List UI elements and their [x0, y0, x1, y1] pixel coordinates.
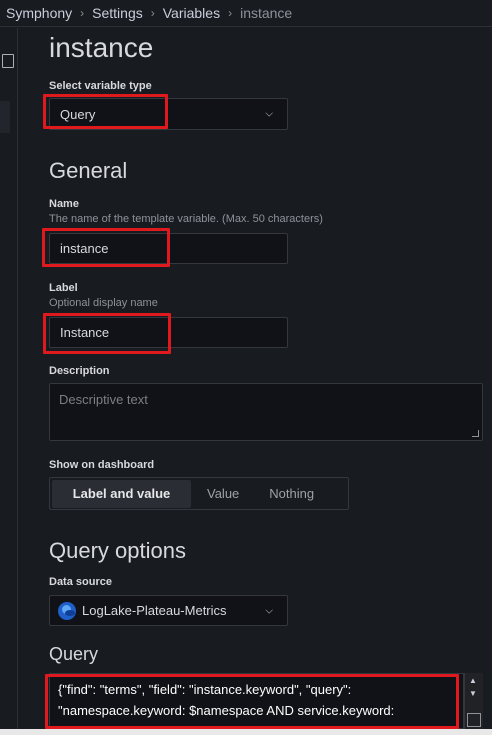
label-label: Label: [49, 282, 78, 294]
radio-nothing[interactable]: Nothing: [255, 480, 328, 508]
variable-type-select[interactable]: Query ⌵: [49, 98, 288, 130]
name-input-value: instance: [60, 241, 109, 256]
chevron-right-icon: ›: [80, 6, 85, 20]
chevron-right-icon: ›: [228, 6, 233, 20]
chevron-right-icon: ›: [150, 6, 155, 20]
query-options-heading: Query options: [49, 538, 186, 563]
show-on-dashboard-radio-group: Label and value Value Nothing: [49, 477, 349, 510]
query-editor[interactable]: {"find": "terms", "field": "instance.key…: [49, 673, 464, 729]
resize-grip-icon[interactable]: [467, 713, 481, 727]
radio-value[interactable]: Value: [191, 480, 255, 508]
breadcrumb-item-variables[interactable]: Variables: [163, 5, 220, 21]
name-input[interactable]: instance: [49, 233, 288, 264]
radio-label-and-value[interactable]: Label and value: [52, 479, 191, 508]
show-on-dashboard-label: Show on dashboard: [49, 459, 155, 471]
rail-active-item[interactable]: [0, 101, 10, 133]
breadcrumb-item-current: instance: [240, 5, 293, 21]
bottom-strip: [0, 729, 492, 735]
variable-type-label: Select variable type: [49, 80, 152, 92]
left-rail: [0, 28, 18, 735]
label-description: Optional display name: [49, 297, 158, 309]
breadcrumb: Symphony › Settings › Variables › instan…: [0, 0, 492, 27]
datasource-logo-icon: [58, 601, 76, 620]
chevron-down-icon: ⌵: [265, 605, 273, 616]
name-description: The name of the template variable. (Max.…: [49, 213, 323, 225]
chevron-down-icon: ⌵: [265, 108, 273, 120]
variable-type-value: Query: [60, 106, 96, 122]
scroll-up-icon[interactable]: ▲: [469, 676, 477, 685]
query-editor-scrollbar[interactable]: ▲ ▼: [464, 673, 483, 729]
scroll-down-icon[interactable]: ▼: [469, 689, 477, 698]
breadcrumb-item-settings[interactable]: Settings: [92, 5, 143, 21]
panel-icon[interactable]: [2, 54, 14, 68]
label-input[interactable]: Instance: [49, 317, 288, 348]
description-label: Description: [49, 365, 110, 377]
description-placeholder: Descriptive text: [59, 392, 148, 407]
page-title: instance: [49, 32, 154, 63]
data-source-label: Data source: [49, 576, 112, 588]
data-source-value: LogLake-Plateau-Metrics: [82, 603, 227, 618]
query-heading: Query: [49, 644, 99, 664]
resize-grip-icon[interactable]: [472, 430, 479, 437]
name-label: Name: [49, 198, 79, 210]
label-input-value: Instance: [60, 325, 110, 340]
query-editor-text: {"find": "terms", "field": "instance.key…: [58, 682, 395, 718]
description-textarea[interactable]: Descriptive text: [49, 383, 483, 441]
general-heading: General: [49, 158, 128, 183]
breadcrumb-item-symphony[interactable]: Symphony: [6, 5, 72, 21]
data-source-select[interactable]: LogLake-Plateau-Metrics ⌵: [49, 595, 288, 626]
